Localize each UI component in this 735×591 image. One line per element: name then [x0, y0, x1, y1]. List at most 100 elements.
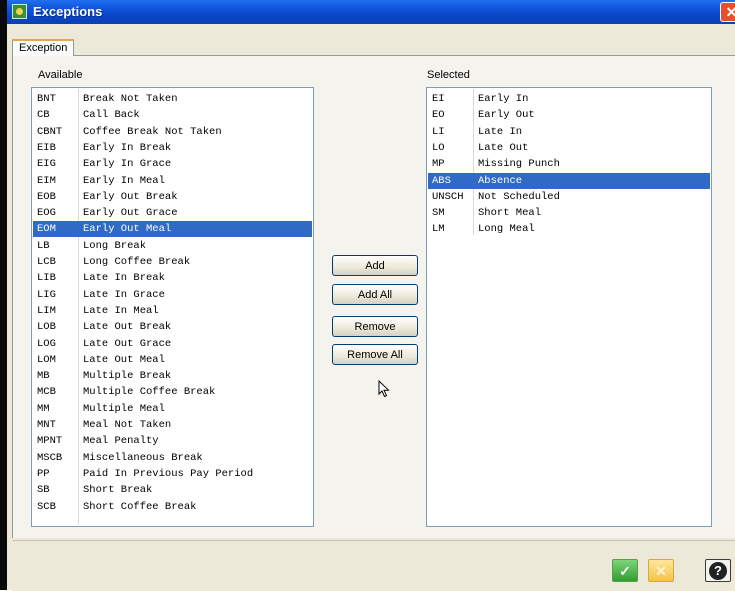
- item-description: Late In: [478, 125, 523, 138]
- close-button[interactable]: ✕: [720, 2, 735, 22]
- list-item[interactable]: EIB Early In Break: [33, 140, 312, 156]
- list-item[interactable]: EOB Early Out Break: [33, 189, 312, 205]
- available-list[interactable]: BNT Break Not Taken CB Call Back CBNT Coffee …: [31, 87, 314, 527]
- item-description: Early In Meal: [83, 174, 165, 187]
- item-code: UNSCH: [432, 190, 464, 203]
- list-item[interactable]: LB Long Break: [33, 238, 312, 254]
- selected-label: Selected: [427, 69, 470, 81]
- list-item[interactable]: LOM Late Out Meal: [33, 352, 312, 368]
- cancel-button[interactable]: ✕: [648, 559, 674, 582]
- item-description: Long Meal: [478, 223, 535, 236]
- item-description: Early Out: [478, 109, 535, 122]
- ok-button[interactable]: ✓: [612, 559, 638, 582]
- tab-strip: Exception: [12, 39, 735, 56]
- item-code: LOM: [37, 353, 56, 366]
- list-item[interactable]: SB Short Break: [33, 482, 312, 498]
- list-item[interactable]: MNT Meal Not Taken: [33, 417, 312, 433]
- item-code: MSCB: [37, 451, 63, 464]
- list-item[interactable]: MB Multiple Break: [33, 368, 312, 384]
- list-item[interactable]: LI Late In: [428, 124, 710, 140]
- list-item[interactable]: LIM Late In Meal: [33, 303, 312, 319]
- list-item[interactable]: MCB Multiple Coffee Break: [33, 384, 312, 400]
- list-item[interactable]: LIG Late In Grace: [33, 287, 312, 303]
- list-item[interactable]: BNT Break Not Taken: [33, 91, 312, 107]
- item-description: Absence: [478, 174, 523, 187]
- list-item[interactable]: PP Paid In Previous Pay Period: [33, 466, 312, 482]
- item-code: EIB: [37, 141, 56, 154]
- add-all-button[interactable]: Add All: [332, 284, 418, 305]
- list-item[interactable]: MP Missing Punch: [428, 156, 710, 172]
- add-button[interactable]: Add: [332, 255, 418, 276]
- item-description: Late In Grace: [83, 288, 165, 301]
- item-description: Long Coffee Break: [83, 256, 191, 268]
- item-code: SCB: [37, 500, 56, 513]
- list-item[interactable]: ABS Absence: [428, 172, 710, 189]
- list-item[interactable]: LO Late Out: [428, 140, 710, 156]
- list-item[interactable]: EOG Early Out Grace: [33, 205, 312, 221]
- list-item[interactable]: UNSCH Not Scheduled: [428, 189, 710, 205]
- item-code: LIB: [37, 272, 56, 285]
- app-icon: [12, 4, 27, 19]
- close-icon: ✕: [725, 4, 735, 20]
- exceptions-window: Exceptions ✕ Exception Available BNT Brea…: [0, 0, 735, 591]
- list-item[interactable]: LOB Late Out Break: [33, 319, 312, 335]
- item-code: EOG: [37, 207, 56, 220]
- tab-exception[interactable]: Exception: [12, 39, 75, 56]
- item-description: Meal Penalty: [83, 435, 159, 448]
- item-code: CBNT: [37, 125, 63, 138]
- list-item[interactable]: SM Short Meal: [428, 205, 710, 221]
- question-icon: ?: [709, 562, 727, 580]
- list-item[interactable]: LCB Long Coffee Break: [33, 254, 312, 270]
- item-description: Missing Punch: [478, 158, 560, 171]
- remove-all-button[interactable]: Remove All: [332, 344, 418, 365]
- item-description: Early Out Break: [83, 190, 178, 203]
- x-icon: ✕: [655, 563, 667, 579]
- help-button[interactable]: ?: [705, 559, 731, 582]
- list-item[interactable]: CB Call Back: [33, 107, 312, 123]
- item-description: Multiple Coffee Break: [83, 386, 216, 399]
- item-description: Late Out Break: [83, 321, 172, 334]
- list-item[interactable]: MPNT Meal Penalty: [33, 433, 312, 449]
- list-item[interactable]: EOM Early Out Meal: [33, 221, 312, 238]
- item-code: LI: [432, 125, 445, 138]
- item-code: LB: [37, 239, 50, 252]
- item-code: EI: [432, 93, 445, 105]
- item-description: Early In Grace: [83, 158, 172, 171]
- window-left-edge: [0, 0, 7, 590]
- mouse-pointer-icon: [378, 380, 390, 398]
- list-item[interactable]: MM Multiple Meal: [33, 401, 312, 417]
- item-code: LIM: [37, 304, 56, 317]
- item-code: BNT: [37, 93, 56, 105]
- item-description: Late Out Meal: [83, 353, 165, 366]
- list-item[interactable]: LOG Late Out Grace: [33, 336, 312, 352]
- item-code: MPNT: [37, 435, 63, 448]
- item-description: Short Coffee Break: [83, 500, 197, 513]
- item-description: Late In Meal: [83, 304, 159, 317]
- list-item[interactable]: CBNT Coffee Break Not Taken: [33, 124, 312, 140]
- item-description: Multiple Break: [83, 370, 172, 383]
- item-description: Early In Break: [83, 141, 172, 154]
- list-item[interactable]: EI Early In: [428, 91, 710, 107]
- item-description: Long Break: [83, 239, 147, 252]
- list-item[interactable]: LIB Late In Break: [33, 270, 312, 286]
- item-description: Break Not Taken: [83, 93, 178, 105]
- item-code: EOM: [37, 223, 56, 236]
- list-item[interactable]: MSCB Miscellaneous Break: [33, 450, 312, 466]
- item-code: LIG: [37, 288, 56, 301]
- item-code: EIM: [37, 174, 56, 187]
- item-code: LOB: [37, 321, 56, 334]
- item-description: Meal Not Taken: [83, 419, 172, 431]
- remove-button[interactable]: Remove: [332, 316, 418, 337]
- list-item[interactable]: EIM Early In Meal: [33, 173, 312, 189]
- title-bar[interactable]: Exceptions ✕: [7, 0, 735, 24]
- item-description: Early Out Grace: [83, 207, 178, 220]
- item-description: Late In Break: [83, 272, 165, 285]
- list-item[interactable]: EO Early Out: [428, 107, 710, 123]
- item-code: LO: [432, 141, 445, 154]
- selected-list[interactable]: EI Early In EO Early Out LI Late In LO Late Out…: [426, 87, 712, 527]
- item-description: Short Break: [83, 484, 153, 497]
- list-item[interactable]: LM Long Meal: [428, 221, 710, 237]
- list-item[interactable]: SCB Short Coffee Break: [33, 499, 312, 515]
- list-item[interactable]: EIG Early In Grace: [33, 156, 312, 172]
- item-description: Call Back: [83, 109, 140, 122]
